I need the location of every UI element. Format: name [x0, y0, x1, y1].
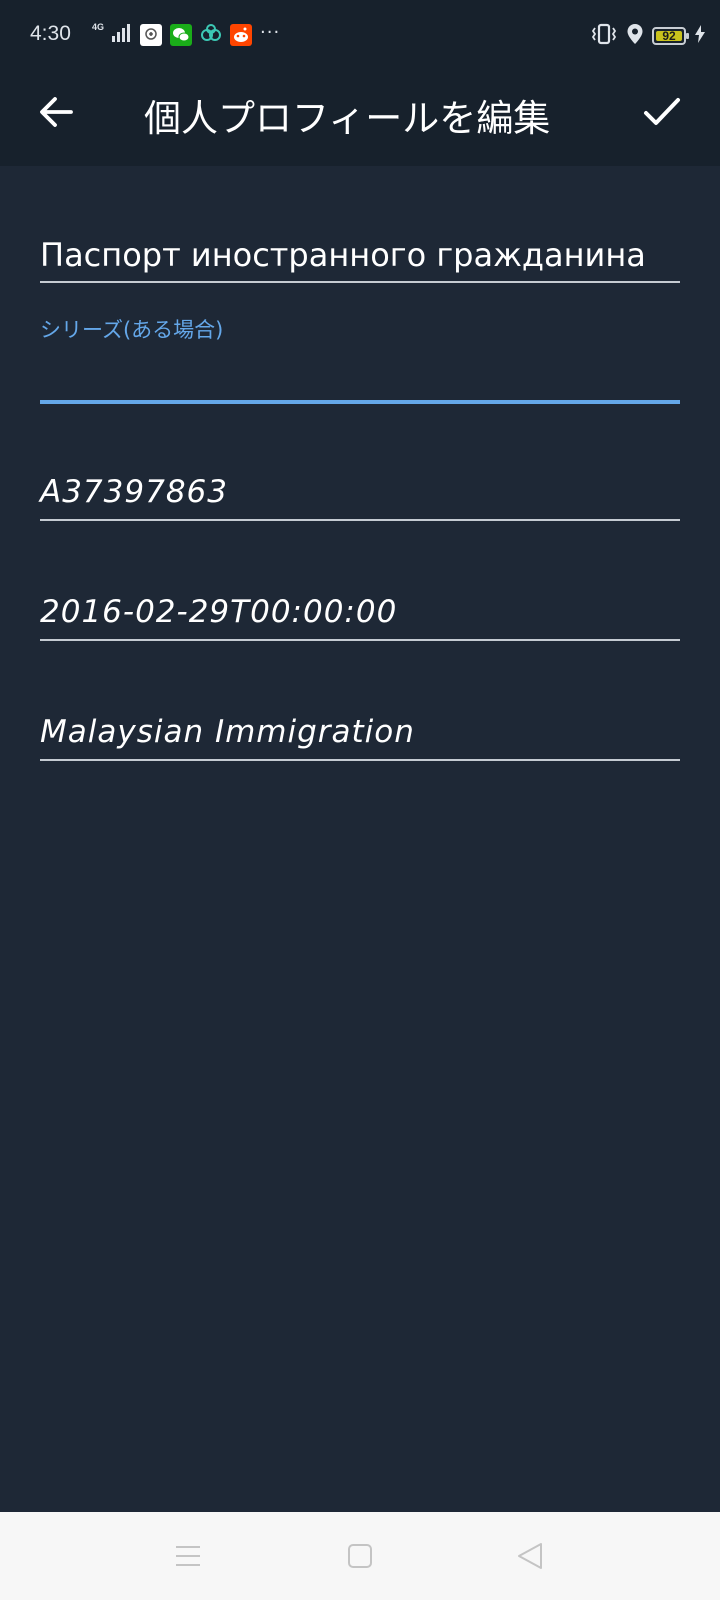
battery-level: 92: [662, 29, 676, 43]
wechat-icon: [170, 24, 193, 46]
back-triangle-icon: [518, 1543, 542, 1569]
back-button[interactable]: [28, 84, 84, 140]
recent-apps-button[interactable]: [164, 1532, 212, 1580]
status-time: 4:30: [30, 22, 71, 45]
home-button[interactable]: [336, 1532, 384, 1580]
field-underline: [40, 281, 680, 283]
more-notifications-indicator: ···: [260, 21, 281, 43]
app-bar: 個人プロフィールを編集: [0, 56, 720, 166]
signal-icon: [112, 24, 132, 46]
reddit-icon: [230, 24, 253, 46]
location-icon: [626, 23, 644, 49]
check-icon: [644, 98, 680, 125]
field-underline: [40, 639, 680, 641]
status-left-icons: 4G ···: [92, 21, 281, 47]
page-title: 個人プロフィールを編集: [144, 97, 551, 140]
series-label: シリーズ(ある場合): [40, 318, 224, 342]
field-underline: [40, 519, 680, 521]
sim-toolkit-icon: [140, 24, 163, 46]
link-app-icon: [200, 24, 222, 46]
save-button[interactable]: [634, 84, 690, 140]
menu-icon: [176, 1546, 200, 1566]
field-underline-focused: [40, 400, 680, 404]
home-icon: [348, 1544, 372, 1568]
issue-date-value[interactable]: 2016-02-29T00:00:00: [40, 594, 397, 630]
back-nav-button[interactable]: [506, 1532, 554, 1580]
battery-icon: 92: [652, 27, 689, 45]
document-type-value[interactable]: Паспорт иностранного гражданина: [40, 236, 646, 274]
network-type: 4G: [92, 22, 105, 32]
system-nav-bar: [0, 1512, 720, 1600]
document-number-value[interactable]: A37397863: [40, 474, 228, 510]
issuing-authority-value[interactable]: Malaysian Immigration: [40, 714, 415, 750]
status-bar: 4:30 4G ··· 92: [0, 0, 720, 56]
vibrate-icon: [590, 23, 618, 49]
field-underline: [40, 759, 680, 761]
charging-icon: [694, 25, 706, 47]
status-right-icons: 92: [590, 23, 706, 49]
arrow-left-icon: [40, 97, 73, 127]
